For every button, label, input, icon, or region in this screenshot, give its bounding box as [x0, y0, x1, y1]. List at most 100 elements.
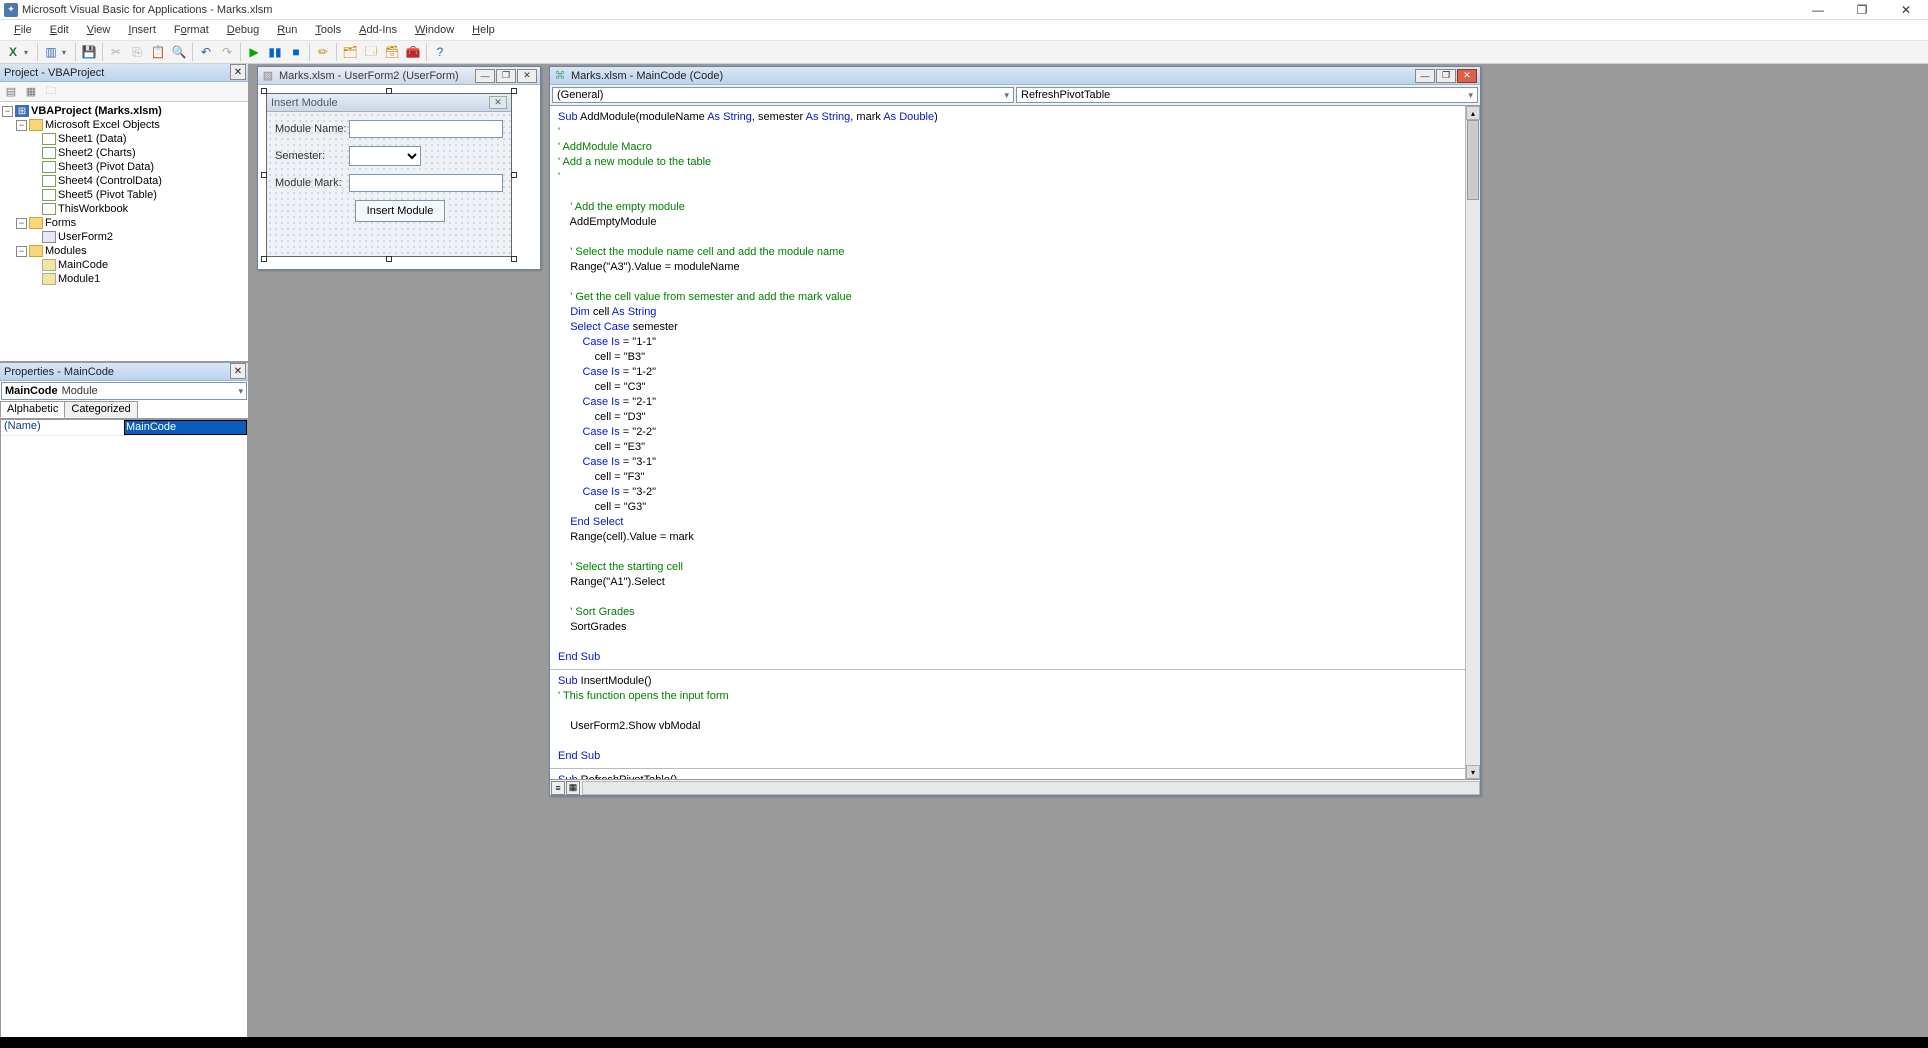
code-text[interactable]: Sub InsertModule() ' This function opens… — [550, 670, 1464, 768]
tree-folder-label: Forms — [45, 217, 76, 229]
userform-window-titlebar[interactable]: ▧ Marks.xlsm - UserForm2 (UserForm) — ❐ … — [258, 67, 540, 85]
view-code-icon[interactable]: ▤ — [2, 83, 20, 101]
tree-sheet[interactable]: Sheet3 (Pivot Data) — [2, 160, 246, 174]
menu-help[interactable]: Help — [464, 22, 503, 38]
property-row-name[interactable]: (Name) MainCode — [1, 420, 247, 436]
procedure-view-icon[interactable]: ≡ — [551, 781, 565, 795]
view-object-icon[interactable]: ▦ — [22, 83, 40, 101]
tree-sheet[interactable]: Sheet5 (Pivot Table) — [2, 188, 246, 202]
scroll-down-icon[interactable]: ▾ — [1466, 765, 1480, 779]
menu-run[interactable]: Run — [269, 22, 305, 38]
copy-icon[interactable]: ⎘ — [127, 42, 147, 62]
cut-icon[interactable]: ✂ — [106, 42, 126, 62]
tree-sheet[interactable]: Sheet4 (ControlData) — [2, 174, 246, 188]
tree-root[interactable]: − ⊞ VBAProject (Marks.xlsm) — [2, 104, 246, 118]
undo-icon[interactable]: ↶ — [196, 42, 216, 62]
maximize-button[interactable]: ❐ — [1844, 1, 1880, 19]
restore-button[interactable]: ❐ — [1436, 69, 1456, 83]
properties-object-combo[interactable]: MainCode Module ▾ — [1, 382, 247, 400]
excel-dropdown-icon[interactable]: ▾ — [24, 48, 34, 57]
procedure-combo[interactable]: RefreshPivotTable ▾ — [1016, 87, 1478, 103]
scroll-thumb[interactable] — [1467, 120, 1479, 200]
menu-edit[interactable]: Edit — [42, 22, 77, 38]
collapse-icon[interactable]: − — [16, 120, 27, 131]
tab-alphabetic[interactable]: Alphabetic — [0, 401, 65, 418]
tree-sheet[interactable]: Sheet2 (Charts) — [2, 146, 246, 160]
close-button[interactable]: ✕ — [517, 69, 537, 83]
minimize-button[interactable]: — — [1415, 69, 1435, 83]
code-text[interactable]: Sub RefreshPivotTable() ' ' refreshPivot… — [550, 769, 1464, 779]
form-row-module-mark: Module Mark: — [275, 174, 503, 192]
tab-categorized[interactable]: Categorized — [64, 401, 137, 418]
property-value[interactable]: MainCode — [124, 420, 247, 435]
tree-sheet[interactable]: Sheet1 (Data) — [2, 132, 246, 146]
properties-window-icon[interactable]: 🗔 — [361, 42, 381, 62]
properties-pane-title: Properties - MainCode — [4, 366, 114, 378]
workbook-icon — [42, 203, 56, 215]
tree-module-item[interactable]: Module1 — [2, 272, 246, 286]
form-designer-surface[interactable]: Insert Module ✕ Module Name: Semester: M… — [258, 85, 540, 269]
menu-window[interactable]: Window — [407, 22, 462, 38]
properties-grid[interactable]: (Name) MainCode — [0, 419, 248, 1048]
tree-modules[interactable]: − Modules — [2, 244, 246, 258]
menu-insert[interactable]: Insert — [120, 22, 164, 38]
button-insert-module[interactable]: Insert Module — [355, 200, 445, 222]
chevron-down-icon: ▾ — [1004, 90, 1009, 101]
break-icon[interactable]: ▮▮ — [265, 42, 285, 62]
tree-item-label: ThisWorkbook — [58, 203, 128, 215]
label-module-name: Module Name: — [275, 123, 349, 135]
input-module-name[interactable] — [349, 120, 503, 138]
code-window[interactable]: ⌘ Marks.xlsm - MainCode (Code) — ❐ ✕ (Ge… — [549, 66, 1481, 796]
object-browser-icon[interactable]: 🗃 — [382, 42, 402, 62]
reset-icon[interactable]: ■ — [286, 42, 306, 62]
code-window-titlebar[interactable]: ⌘ Marks.xlsm - MainCode (Code) — ❐ ✕ — [550, 67, 1480, 85]
menu-addins[interactable]: Add-Ins — [351, 22, 405, 38]
tree-forms[interactable]: − Forms — [2, 216, 246, 230]
toolbox-icon[interactable]: 🧰 — [403, 42, 423, 62]
object-combo[interactable]: (General) ▾ — [552, 87, 1014, 103]
code-text[interactable]: Sub AddModule(moduleName As String, seme… — [550, 106, 1464, 669]
code-editor[interactable]: ▴ ▾ Sub AddModule(moduleName As String, … — [550, 105, 1480, 779]
design-mode-icon[interactable]: ✏ — [313, 42, 333, 62]
toggle-folders-icon[interactable]: 🗀 — [42, 83, 60, 101]
scroll-up-icon[interactable]: ▴ — [1466, 106, 1480, 120]
tree-module-item[interactable]: MainCode — [2, 258, 246, 272]
combo-semester[interactable] — [349, 146, 421, 166]
minimize-button[interactable]: — — [475, 69, 495, 83]
project-pane-close-icon[interactable]: ✕ — [230, 64, 246, 80]
tree-sheet[interactable]: ThisWorkbook — [2, 202, 246, 216]
help-icon[interactable]: ? — [430, 42, 450, 62]
project-tree[interactable]: − ⊞ VBAProject (Marks.xlsm) − Microsoft … — [0, 102, 248, 362]
menu-file[interactable]: File — [6, 22, 40, 38]
view-excel-icon[interactable]: X — [3, 42, 23, 62]
full-module-view-icon[interactable]: ▦ — [566, 781, 580, 795]
input-module-mark[interactable] — [349, 174, 503, 192]
collapse-icon[interactable]: − — [16, 218, 27, 229]
find-icon[interactable]: 🔍 — [169, 42, 189, 62]
userform-canvas[interactable]: Insert Module ✕ Module Name: Semester: M… — [266, 93, 512, 257]
vertical-scrollbar[interactable]: ▴ ▾ — [1465, 106, 1480, 779]
insert-dropdown-icon[interactable]: ▾ — [62, 48, 72, 57]
run-icon[interactable]: ▶ — [244, 42, 264, 62]
restore-button[interactable]: ❐ — [496, 69, 516, 83]
tree-excel-objects[interactable]: − Microsoft Excel Objects — [2, 118, 246, 132]
horizontal-scrollbar[interactable] — [582, 781, 1480, 795]
insert-object-icon[interactable]: ▥ — [41, 42, 61, 62]
menu-debug[interactable]: Debug — [219, 22, 267, 38]
collapse-icon[interactable]: − — [16, 246, 27, 257]
menu-view[interactable]: View — [79, 22, 119, 38]
redo-icon[interactable]: ↷ — [217, 42, 237, 62]
tree-form-item[interactable]: UserForm2 — [2, 230, 246, 244]
properties-pane-close-icon[interactable]: ✕ — [230, 363, 246, 379]
close-button[interactable]: ✕ — [1888, 1, 1924, 19]
menu-format[interactable]: Format — [166, 22, 217, 38]
userform-designer-window[interactable]: ▧ Marks.xlsm - UserForm2 (UserForm) — ❐ … — [257, 66, 541, 270]
close-button[interactable]: ✕ — [1457, 69, 1477, 83]
save-icon[interactable]: 💾 — [79, 42, 99, 62]
chevron-down-icon: ▾ — [238, 386, 243, 397]
project-explorer-icon[interactable]: 🗂 — [340, 42, 360, 62]
collapse-icon[interactable]: − — [2, 106, 13, 117]
paste-icon[interactable]: 📋 — [148, 42, 168, 62]
minimize-button[interactable]: — — [1800, 1, 1836, 19]
menu-tools[interactable]: Tools — [307, 22, 349, 38]
